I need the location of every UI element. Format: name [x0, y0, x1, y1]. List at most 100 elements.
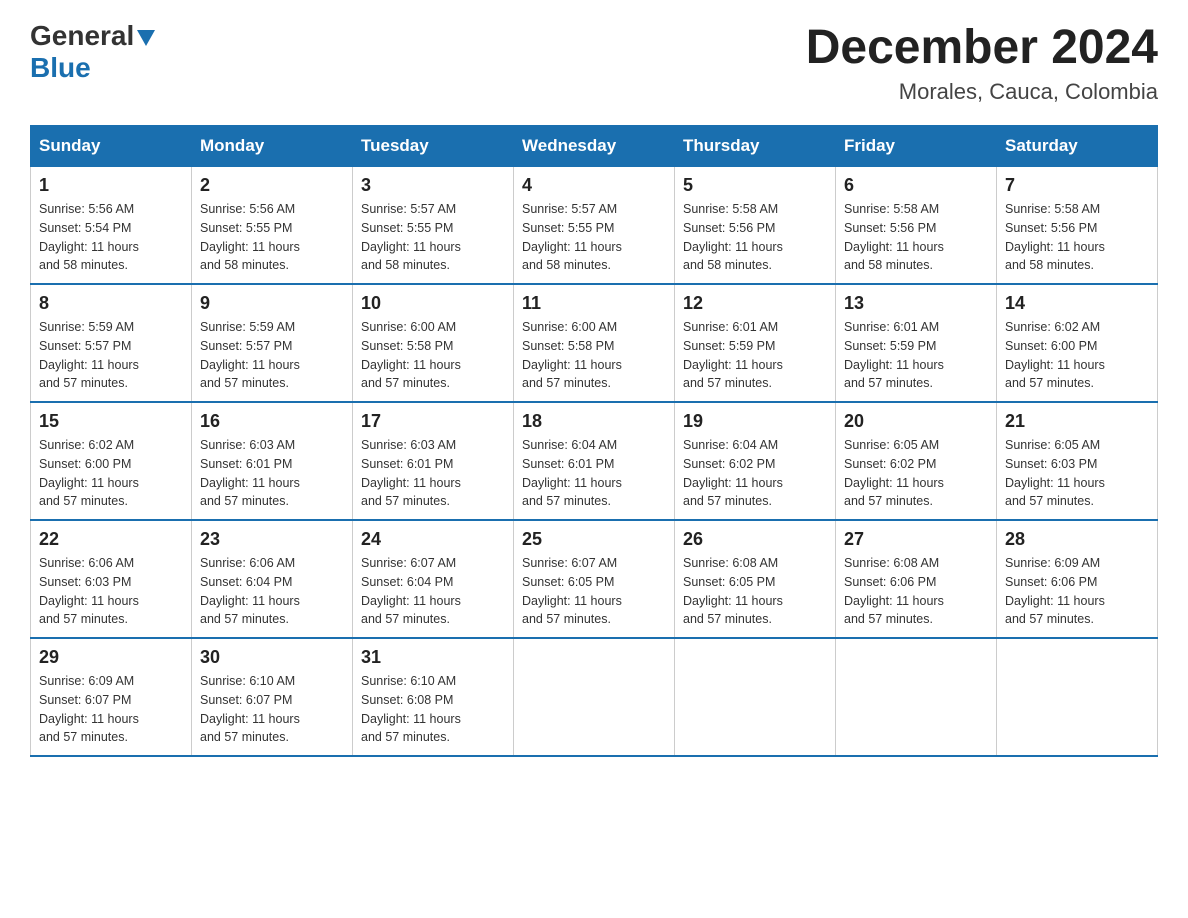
day-info: Sunrise: 5:56 AM Sunset: 5:55 PM Dayligh… [200, 200, 344, 275]
day-number: 12 [683, 293, 827, 314]
calendar-subtitle: Morales, Cauca, Colombia [806, 79, 1158, 105]
day-info: Sunrise: 6:08 AM Sunset: 6:06 PM Dayligh… [844, 554, 988, 629]
calendar-week-row: 22 Sunrise: 6:06 AM Sunset: 6:03 PM Dayl… [31, 520, 1158, 638]
day-info: Sunrise: 6:03 AM Sunset: 6:01 PM Dayligh… [361, 436, 505, 511]
day-info: Sunrise: 5:58 AM Sunset: 5:56 PM Dayligh… [683, 200, 827, 275]
calendar-cell: 11 Sunrise: 6:00 AM Sunset: 5:58 PM Dayl… [514, 284, 675, 402]
calendar-cell: 26 Sunrise: 6:08 AM Sunset: 6:05 PM Dayl… [675, 520, 836, 638]
calendar-cell: 21 Sunrise: 6:05 AM Sunset: 6:03 PM Dayl… [997, 402, 1158, 520]
day-info: Sunrise: 6:06 AM Sunset: 6:04 PM Dayligh… [200, 554, 344, 629]
day-number: 16 [200, 411, 344, 432]
page-header: General Blue December 2024 Morales, Cauc… [30, 20, 1158, 105]
header-tuesday: Tuesday [353, 126, 514, 167]
day-info: Sunrise: 6:08 AM Sunset: 6:05 PM Dayligh… [683, 554, 827, 629]
day-number: 21 [1005, 411, 1149, 432]
calendar-cell: 29 Sunrise: 6:09 AM Sunset: 6:07 PM Dayl… [31, 638, 192, 756]
day-number: 29 [39, 647, 183, 668]
calendar-cell: 13 Sunrise: 6:01 AM Sunset: 5:59 PM Dayl… [836, 284, 997, 402]
calendar-cell: 9 Sunrise: 5:59 AM Sunset: 5:57 PM Dayli… [192, 284, 353, 402]
calendar-cell [997, 638, 1158, 756]
day-number: 4 [522, 175, 666, 196]
day-info: Sunrise: 6:00 AM Sunset: 5:58 PM Dayligh… [522, 318, 666, 393]
calendar-cell: 31 Sunrise: 6:10 AM Sunset: 6:08 PM Dayl… [353, 638, 514, 756]
calendar-title: December 2024 [806, 20, 1158, 75]
day-info: Sunrise: 6:07 AM Sunset: 6:05 PM Dayligh… [522, 554, 666, 629]
header-friday: Friday [836, 126, 997, 167]
calendar-cell: 4 Sunrise: 5:57 AM Sunset: 5:55 PM Dayli… [514, 167, 675, 285]
calendar-cell: 18 Sunrise: 6:04 AM Sunset: 6:01 PM Dayl… [514, 402, 675, 520]
header-wednesday: Wednesday [514, 126, 675, 167]
logo-triangle-icon [137, 30, 155, 46]
calendar-cell: 24 Sunrise: 6:07 AM Sunset: 6:04 PM Dayl… [353, 520, 514, 638]
day-info: Sunrise: 6:00 AM Sunset: 5:58 PM Dayligh… [361, 318, 505, 393]
day-number: 30 [200, 647, 344, 668]
calendar-cell: 10 Sunrise: 6:00 AM Sunset: 5:58 PM Dayl… [353, 284, 514, 402]
day-number: 26 [683, 529, 827, 550]
day-info: Sunrise: 6:09 AM Sunset: 6:07 PM Dayligh… [39, 672, 183, 747]
day-info: Sunrise: 6:03 AM Sunset: 6:01 PM Dayligh… [200, 436, 344, 511]
day-info: Sunrise: 5:57 AM Sunset: 5:55 PM Dayligh… [361, 200, 505, 275]
calendar-cell: 7 Sunrise: 5:58 AM Sunset: 5:56 PM Dayli… [997, 167, 1158, 285]
header-thursday: Thursday [675, 126, 836, 167]
calendar-cell: 25 Sunrise: 6:07 AM Sunset: 6:05 PM Dayl… [514, 520, 675, 638]
calendar-cell: 12 Sunrise: 6:01 AM Sunset: 5:59 PM Dayl… [675, 284, 836, 402]
calendar-cell: 16 Sunrise: 6:03 AM Sunset: 6:01 PM Dayl… [192, 402, 353, 520]
day-info: Sunrise: 5:56 AM Sunset: 5:54 PM Dayligh… [39, 200, 183, 275]
day-number: 23 [200, 529, 344, 550]
day-info: Sunrise: 5:58 AM Sunset: 5:56 PM Dayligh… [844, 200, 988, 275]
calendar-cell: 30 Sunrise: 6:10 AM Sunset: 6:07 PM Dayl… [192, 638, 353, 756]
day-number: 11 [522, 293, 666, 314]
calendar-week-row: 1 Sunrise: 5:56 AM Sunset: 5:54 PM Dayli… [31, 167, 1158, 285]
day-info: Sunrise: 6:01 AM Sunset: 5:59 PM Dayligh… [683, 318, 827, 393]
day-info: Sunrise: 6:10 AM Sunset: 6:08 PM Dayligh… [361, 672, 505, 747]
day-number: 20 [844, 411, 988, 432]
calendar-cell: 1 Sunrise: 5:56 AM Sunset: 5:54 PM Dayli… [31, 167, 192, 285]
calendar-cell: 14 Sunrise: 6:02 AM Sunset: 6:00 PM Dayl… [997, 284, 1158, 402]
day-number: 19 [683, 411, 827, 432]
calendar-cell [836, 638, 997, 756]
day-number: 25 [522, 529, 666, 550]
day-number: 31 [361, 647, 505, 668]
header-monday: Monday [192, 126, 353, 167]
day-number: 2 [200, 175, 344, 196]
header-sunday: Sunday [31, 126, 192, 167]
day-info: Sunrise: 6:02 AM Sunset: 6:00 PM Dayligh… [39, 436, 183, 511]
day-info: Sunrise: 6:06 AM Sunset: 6:03 PM Dayligh… [39, 554, 183, 629]
day-info: Sunrise: 6:02 AM Sunset: 6:00 PM Dayligh… [1005, 318, 1149, 393]
day-number: 7 [1005, 175, 1149, 196]
day-info: Sunrise: 6:07 AM Sunset: 6:04 PM Dayligh… [361, 554, 505, 629]
day-number: 28 [1005, 529, 1149, 550]
calendar-cell: 20 Sunrise: 6:05 AM Sunset: 6:02 PM Dayl… [836, 402, 997, 520]
logo-text-general: General [30, 20, 134, 52]
day-number: 15 [39, 411, 183, 432]
logo: General Blue [30, 20, 155, 84]
day-info: Sunrise: 6:09 AM Sunset: 6:06 PM Dayligh… [1005, 554, 1149, 629]
day-info: Sunrise: 6:04 AM Sunset: 6:01 PM Dayligh… [522, 436, 666, 511]
day-number: 6 [844, 175, 988, 196]
calendar-cell: 8 Sunrise: 5:59 AM Sunset: 5:57 PM Dayli… [31, 284, 192, 402]
day-number: 24 [361, 529, 505, 550]
calendar-cell [514, 638, 675, 756]
day-info: Sunrise: 6:05 AM Sunset: 6:03 PM Dayligh… [1005, 436, 1149, 511]
calendar-cell: 28 Sunrise: 6:09 AM Sunset: 6:06 PM Dayl… [997, 520, 1158, 638]
day-info: Sunrise: 6:05 AM Sunset: 6:02 PM Dayligh… [844, 436, 988, 511]
day-info: Sunrise: 5:57 AM Sunset: 5:55 PM Dayligh… [522, 200, 666, 275]
header-saturday: Saturday [997, 126, 1158, 167]
calendar-cell: 6 Sunrise: 5:58 AM Sunset: 5:56 PM Dayli… [836, 167, 997, 285]
day-number: 22 [39, 529, 183, 550]
day-info: Sunrise: 5:58 AM Sunset: 5:56 PM Dayligh… [1005, 200, 1149, 275]
calendar-week-row: 8 Sunrise: 5:59 AM Sunset: 5:57 PM Dayli… [31, 284, 1158, 402]
calendar-cell [675, 638, 836, 756]
header-row: Sunday Monday Tuesday Wednesday Thursday… [31, 126, 1158, 167]
day-info: Sunrise: 6:10 AM Sunset: 6:07 PM Dayligh… [200, 672, 344, 747]
day-info: Sunrise: 6:01 AM Sunset: 5:59 PM Dayligh… [844, 318, 988, 393]
calendar-cell: 17 Sunrise: 6:03 AM Sunset: 6:01 PM Dayl… [353, 402, 514, 520]
calendar-cell: 19 Sunrise: 6:04 AM Sunset: 6:02 PM Dayl… [675, 402, 836, 520]
logo-text-blue: Blue [30, 52, 91, 84]
calendar-cell: 22 Sunrise: 6:06 AM Sunset: 6:03 PM Dayl… [31, 520, 192, 638]
calendar-table: Sunday Monday Tuesday Wednesday Thursday… [30, 125, 1158, 757]
day-number: 3 [361, 175, 505, 196]
day-info: Sunrise: 6:04 AM Sunset: 6:02 PM Dayligh… [683, 436, 827, 511]
day-number: 13 [844, 293, 988, 314]
day-number: 18 [522, 411, 666, 432]
